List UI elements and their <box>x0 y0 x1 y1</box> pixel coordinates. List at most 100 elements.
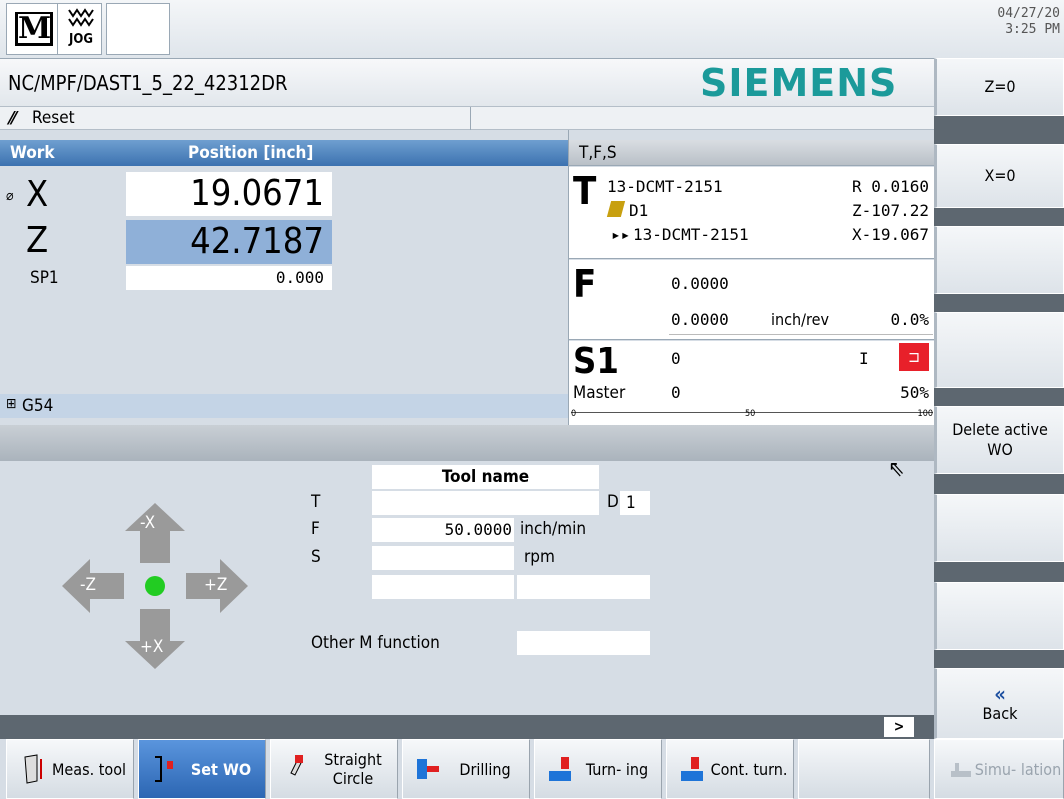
softkey-empty-bottom[interactable] <box>798 739 930 799</box>
softkey-cont-turn[interactable]: Cont. turn. <box>666 739 794 799</box>
feed-set: 0.0000 <box>671 310 729 329</box>
softkey-empty-3[interactable] <box>934 226 1064 294</box>
softkey-empty-6[interactable] <box>934 494 1064 562</box>
f-field-label: F <box>311 519 320 539</box>
position-unit-header: Position [inch] <box>188 143 314 163</box>
wo-bar: ⊞ G54 <box>0 394 568 418</box>
softkey-drilling[interactable]: Drilling <box>402 739 530 799</box>
program-bar: NC/MPF/DAST1_5_22_42312DR SIEMENS <box>0 58 934 106</box>
extra-input-2[interactable] <box>517 575 650 599</box>
feed-override: 0.0% <box>890 310 929 329</box>
cont-turn-label: Cont. turn. <box>710 759 788 779</box>
date-time: 04/27/20 3:25 PM <box>997 6 1060 38</box>
s-field-label: S <box>311 547 321 567</box>
extra-input-1[interactable] <box>372 575 514 599</box>
axis-z-value: 42.7187 <box>126 220 332 264</box>
mode-icon-box: M JOG <box>6 3 102 55</box>
siemens-logo: SIEMENS <box>700 61 898 105</box>
softkey-turning[interactable]: Turn- ing <box>534 739 662 799</box>
diameter-icon: ⌀ <box>6 188 14 204</box>
speed-input[interactable] <box>372 546 514 570</box>
softkey-simulation[interactable]: Simu- lation <box>934 739 1064 799</box>
speed-unit-label: rpm <box>524 547 555 567</box>
meas-tool-icon <box>24 754 42 784</box>
tfs-panel: T,F,S T 13-DCMT-2151 D1 ▸▸ 13-DCMT-2151 … <box>568 130 935 425</box>
channel-box <box>106 3 170 55</box>
turning-label: Turn- ing <box>585 759 649 779</box>
master-label: Master <box>573 383 626 403</box>
softkey-back-label: Back <box>982 703 1018 723</box>
feed-actual: 0.0000 <box>671 274 729 293</box>
feed-unit-label: inch/min <box>520 519 587 539</box>
mouse-cursor-icon: ⇖ <box>888 457 905 482</box>
position-header: Work Position [inch] <box>0 140 568 166</box>
feed-unit: inch/rev <box>771 310 829 329</box>
bottom-strip: > <box>0 715 934 739</box>
feed-section: F 0.0000 0.0000 inch/rev 0.0% <box>569 260 935 340</box>
set-wo-icon <box>155 756 173 782</box>
jog-icon: JOG <box>63 6 99 46</box>
softkey-x0[interactable]: X=0 <box>934 144 1064 208</box>
straight-circle-icon <box>290 755 303 776</box>
expand-button[interactable]: > <box>884 717 914 737</box>
softkey-meas-tool[interactable]: Meas. tool <box>6 739 134 799</box>
tool-x: X-19.067 <box>851 225 929 244</box>
machine-icon: M <box>15 12 53 46</box>
t-field-label: T <box>311 492 321 512</box>
softkey-straight-circle[interactable]: Straight Circle <box>270 739 398 799</box>
tool-name-header: Tool name <box>372 465 599 489</box>
scale-50: 50 <box>745 409 756 419</box>
top-bar: M JOG 04/27/20 3:25 PM <box>0 0 1064 58</box>
d-input[interactable]: 1 <box>620 491 650 515</box>
tfs-header: T,F,S <box>569 140 935 166</box>
tool-section: T 13-DCMT-2151 D1 ▸▸ 13-DCMT-2151 R 0.01… <box>569 167 935 259</box>
tool-z: Z-107.22 <box>851 201 929 220</box>
tfs-header-label: T,F,S <box>579 143 617 163</box>
jog-label: JOG <box>69 32 93 47</box>
separator-bar <box>0 425 934 461</box>
reset-icon: ⁄⁄ <box>10 108 16 129</box>
softkey-empty-7[interactable] <box>934 582 1064 650</box>
spindle-direction: I <box>859 349 869 368</box>
softkey-back[interactable]: « Back <box>934 668 1064 739</box>
scale-100: 100 <box>917 409 933 419</box>
other-m-label: Other M function <box>311 633 440 653</box>
arrow-plus-z[interactable]: +Z <box>204 575 227 595</box>
arrow-plus-x[interactable]: +X <box>140 637 163 657</box>
softkey-delete-wo[interactable]: Delete active WO <box>934 406 1064 474</box>
spindle-speed: 0 <box>671 349 681 368</box>
insert-icon <box>606 201 626 217</box>
tool-radius: R 0.0160 <box>851 177 929 196</box>
arrow-minus-x[interactable]: -X <box>140 513 155 533</box>
form-area: -X +X -Z +Z Tool name T D 1 F 50.0000 in… <box>0 457 934 715</box>
tool-name-input[interactable] <box>372 491 599 515</box>
cont-turn-icon <box>681 757 703 781</box>
softkey-empty-4[interactable] <box>934 312 1064 388</box>
tool-name: 13-DCMT-2151 <box>607 177 723 196</box>
other-m-input[interactable] <box>517 631 650 655</box>
axis-x-label: X <box>26 174 49 215</box>
wo-icon: ⊞ <box>6 396 17 412</box>
t-label: T <box>573 169 597 213</box>
simulation-label: Simu- lation <box>974 759 1062 779</box>
master-value: 0 <box>671 383 681 402</box>
next-tool-icon: ▸▸ <box>611 225 631 244</box>
arrow-minus-z[interactable]: -Z <box>80 575 96 595</box>
softkey-z0[interactable]: Z=0 <box>934 58 1064 116</box>
d-number: D1 <box>629 201 649 220</box>
status-bar: ⁄⁄ Reset <box>0 106 934 130</box>
spindle-alarm-icon: ⊐ <box>899 343 929 371</box>
softkey-set-wo[interactable]: Set WO <box>138 739 266 799</box>
scale-0: 0 <box>571 409 577 419</box>
spindle-label: SP1 <box>30 268 59 288</box>
feed-input[interactable]: 50.0000 <box>372 518 514 542</box>
set-wo-label: Set WO <box>190 759 252 779</box>
drilling-label: Drilling <box>459 759 511 779</box>
s-label: S1 <box>573 341 619 382</box>
d-field-label: D <box>607 492 619 512</box>
wo-label: G54 <box>22 396 54 416</box>
spindle-value: 0.000 <box>126 266 332 290</box>
back-chevron-icon: « <box>994 681 1006 706</box>
date-text: 04/27/20 <box>997 6 1060 21</box>
program-path: NC/MPF/DAST1_5_22_42312DR <box>8 71 288 95</box>
